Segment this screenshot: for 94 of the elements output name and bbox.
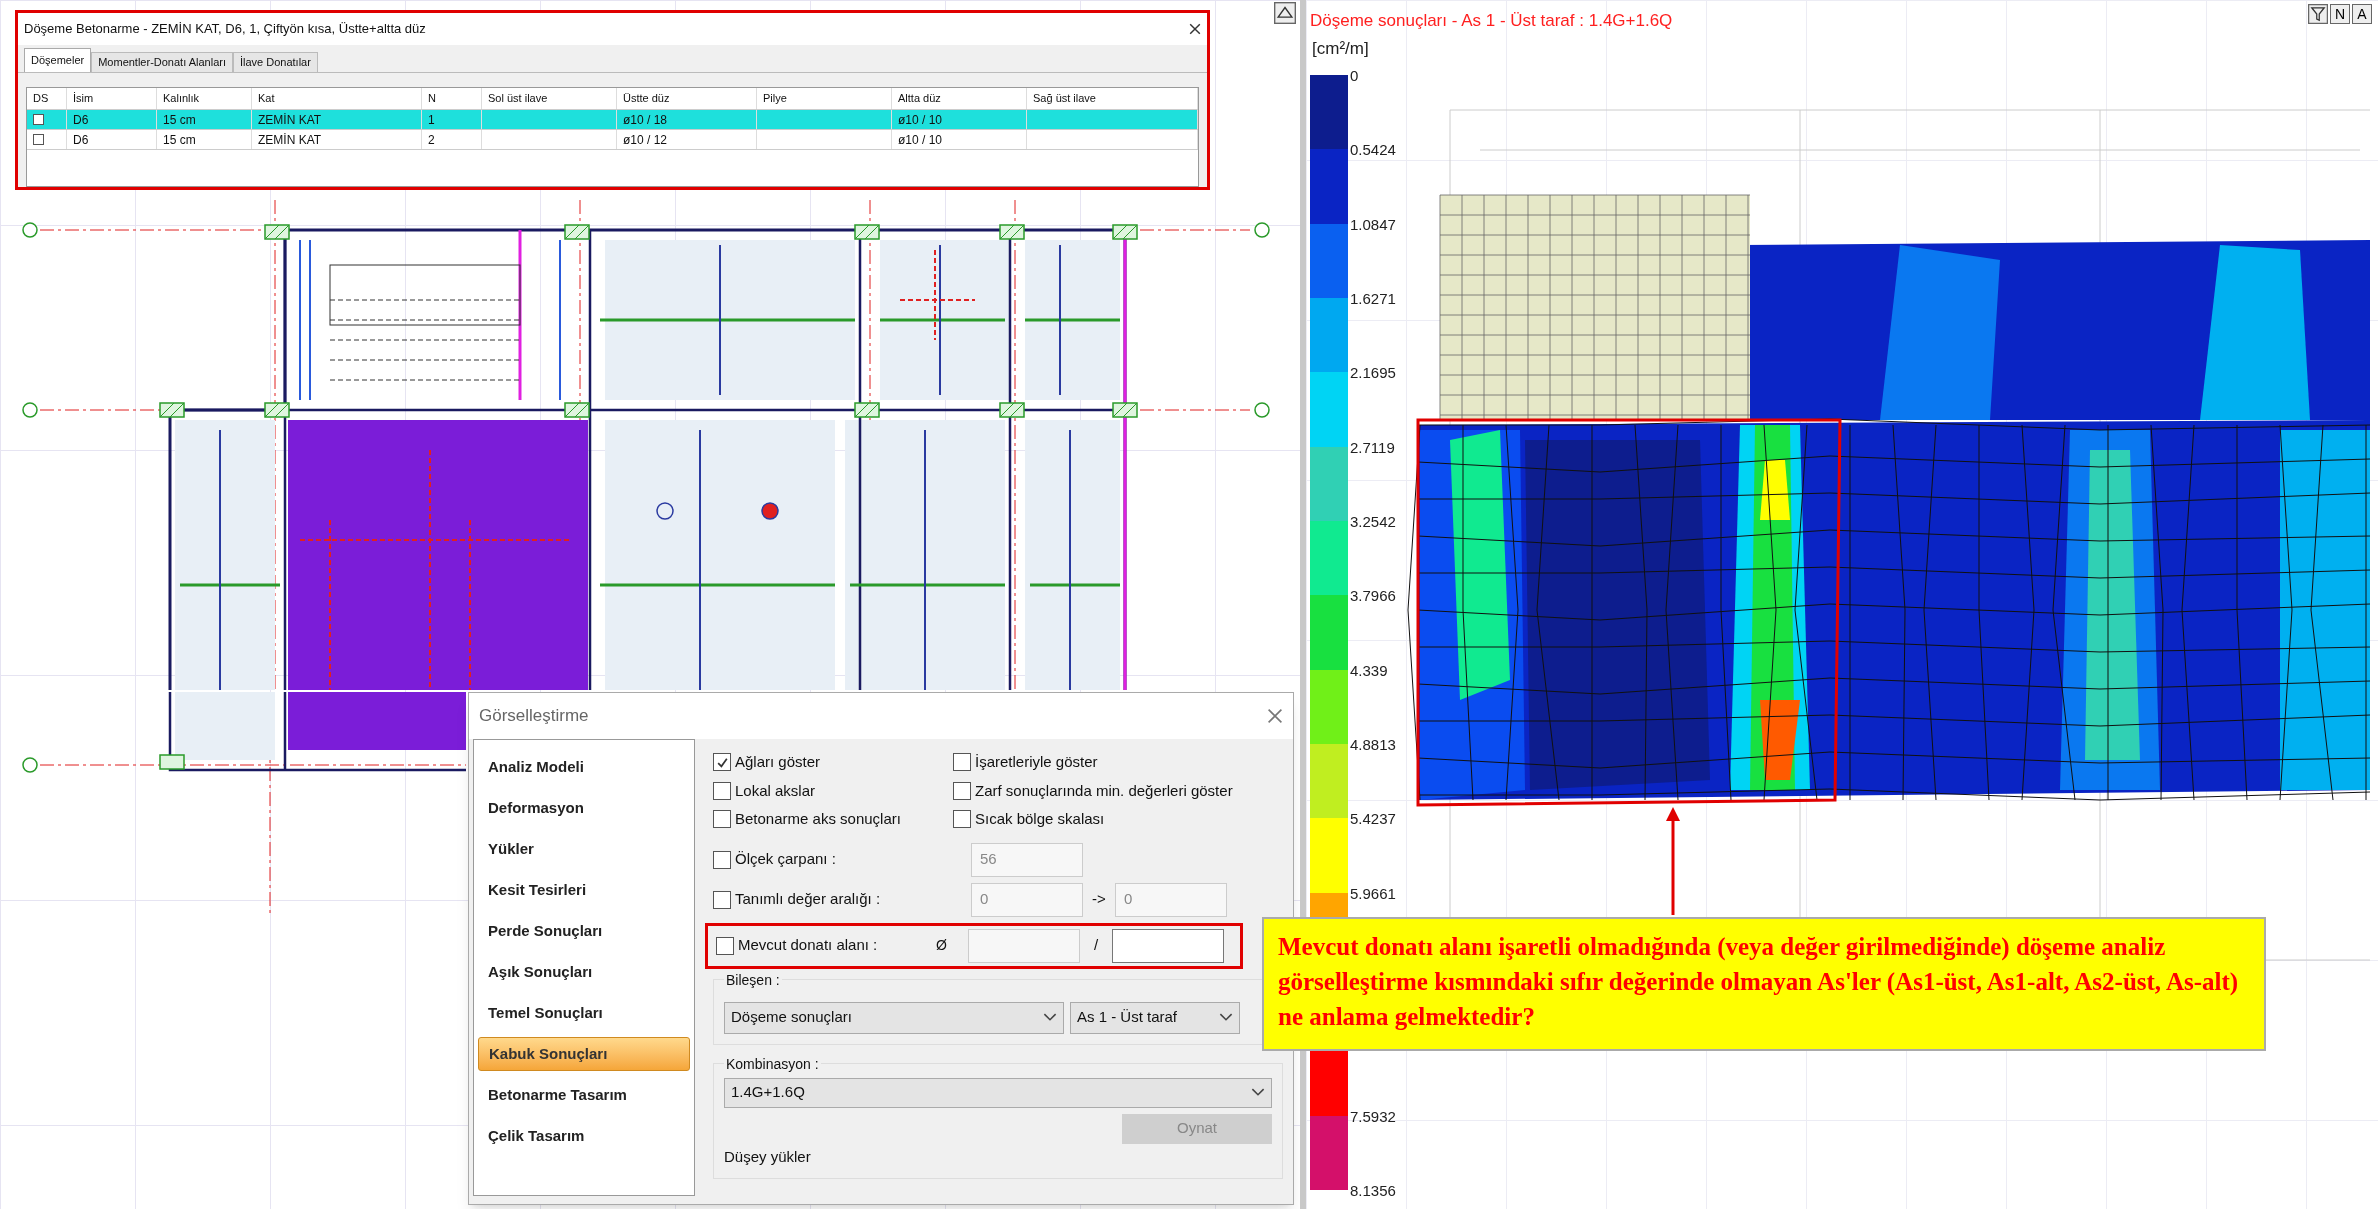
option-label: Tanımlı değer aralığı : bbox=[735, 889, 881, 910]
category-item[interactable]: Kabuk Sonuçları bbox=[478, 1037, 690, 1071]
checkbox[interactable] bbox=[953, 753, 971, 772]
dialog-title: Döşeme Betonarme - ZEMİN KAT, D6, 1, Çiftyön kısa, Üstte+altta düz bbox=[24, 20, 426, 39]
checkbox[interactable] bbox=[33, 134, 44, 145]
table-cell-text: ZEMİN KAT bbox=[258, 111, 322, 129]
column-header: Sağ üst ilave bbox=[1027, 88, 1198, 109]
table-cell-text: ZEMİN KAT bbox=[258, 131, 322, 149]
category-item[interactable]: Çelik Tasarım bbox=[478, 1119, 690, 1153]
dropdown[interactable]: As 1 - Üst taraf bbox=[1070, 1001, 1240, 1034]
table-cell-text: ø10 / 12 bbox=[623, 131, 668, 149]
option-label: Lokal akslar bbox=[735, 780, 816, 801]
option-label: Betonarme aks sonuçları bbox=[735, 809, 901, 829]
table-cell-text: 1 bbox=[428, 111, 435, 129]
checkbox[interactable] bbox=[713, 810, 731, 829]
legend-value: 3.2542 bbox=[1350, 511, 1396, 532]
caret-icon bbox=[1219, 1013, 1233, 1022]
option-label: Mevcut donatı alanı : bbox=[738, 935, 878, 956]
legend-value: 4.339 bbox=[1350, 660, 1388, 681]
dropdown[interactable]: Döşeme sonuçları bbox=[724, 1001, 1064, 1034]
column-header: Kalınlık bbox=[157, 88, 252, 109]
results-title: Döşeme sonuçları - As 1 - Üst taraf : 1.4G+1.6Q bbox=[1310, 10, 1673, 32]
category-item[interactable]: Analiz Modeli bbox=[478, 750, 690, 784]
tab[interactable]: Momentler-Donatı Alanları bbox=[91, 52, 233, 72]
checkbox[interactable] bbox=[953, 810, 971, 829]
category-item[interactable]: Aşık Sonuçları bbox=[478, 955, 690, 989]
table-row[interactable]: D6 15 cm ZEMİN KAT 2 ø10 / 12 ø10 / 10 bbox=[27, 130, 1198, 150]
legend-value: 2.1695 bbox=[1350, 363, 1396, 384]
range-arrow: -> bbox=[1091, 889, 1107, 910]
legend-value: 7.5932 bbox=[1350, 1106, 1396, 1127]
diameter-symbol: Ø bbox=[936, 936, 948, 955]
category-item[interactable]: Kesit Tesirleri bbox=[478, 873, 690, 907]
table-row[interactable]: D6 15 cm ZEMİN KAT 1 ø10 / 18 ø10 / 10 bbox=[27, 110, 1198, 130]
legend-value: 8.1356 bbox=[1350, 1180, 1396, 1201]
category-item[interactable]: Temel Sonuçları bbox=[478, 996, 690, 1030]
column-header: Kat bbox=[252, 88, 422, 109]
option-label: Ağları göster bbox=[735, 752, 821, 772]
legend-value: 5.9661 bbox=[1350, 883, 1396, 904]
table-cell-text: D6 bbox=[73, 111, 89, 129]
category-item[interactable]: Betonarme Tasarım bbox=[478, 1078, 690, 1112]
legend-value: 0.5424 bbox=[1350, 140, 1396, 161]
checkmark-icon bbox=[715, 755, 729, 769]
option-label: Zarf sonuçlarında min. değerleri göster bbox=[975, 780, 1233, 801]
tab[interactable]: İlave Donatılar bbox=[232, 52, 318, 72]
column-header: İsim bbox=[67, 88, 157, 109]
option-label: Ölçek çarpanı : bbox=[735, 849, 836, 870]
checkbox[interactable] bbox=[716, 936, 734, 955]
dialog-title: Görselleştirme bbox=[479, 705, 589, 728]
column-header: Altta düz bbox=[892, 88, 1027, 109]
option-label: İşaretleriyle göster bbox=[975, 752, 1098, 772]
column-header: Üstte düz bbox=[617, 88, 757, 109]
tab[interactable]: Döşemeler bbox=[24, 48, 92, 72]
column-header: Sol üst ilave bbox=[482, 88, 617, 109]
option-label: Sıcak bölge skalası bbox=[975, 809, 1105, 829]
legend-value: 2.7119 bbox=[1350, 437, 1395, 458]
input-field[interactable] bbox=[968, 928, 1080, 963]
table-cell-text: D6 bbox=[73, 131, 89, 149]
table-cell-text: ø10 / 10 bbox=[898, 111, 943, 129]
table-cell-text: 15 cm bbox=[163, 111, 196, 129]
caret-icon bbox=[1251, 1088, 1265, 1097]
checkbox[interactable] bbox=[953, 781, 971, 800]
separator: / bbox=[1092, 935, 1100, 956]
callout-note: Mevcut donatı alanı işaretli olmadığında (veya değer girilmediğinde) döşeme analiz görselleştirme kısmındaki sıfır değerinde olmayan As'ler (As1-üst, As1-alt, As2-üst, As-alt) ne anlama gelmektedir? bbox=[1262, 917, 2266, 1051]
checkbox[interactable] bbox=[713, 890, 731, 909]
legend-value: 3.7966 bbox=[1350, 586, 1396, 607]
view-button[interactable]: N bbox=[2330, 4, 2350, 24]
column-header: N bbox=[422, 88, 482, 109]
checkbox[interactable] bbox=[713, 781, 731, 800]
view-button[interactable]: A bbox=[2352, 4, 2372, 24]
checkbox[interactable] bbox=[713, 753, 731, 772]
table-cell-text: ø10 / 10 bbox=[898, 131, 943, 149]
column-header: DS bbox=[27, 88, 67, 109]
input-field[interactable] bbox=[1112, 928, 1224, 963]
table-cell-text: 15 cm bbox=[163, 131, 196, 149]
load-type-label: Düşey yükler bbox=[724, 1146, 812, 1167]
checkbox[interactable] bbox=[33, 114, 44, 125]
unit-label: [cm²/m] bbox=[1312, 38, 1369, 60]
legend-value: 1.0847 bbox=[1350, 214, 1396, 235]
legend-value: 4.8813 bbox=[1350, 734, 1396, 755]
table-cell-text: ø10 / 18 bbox=[623, 111, 668, 129]
filter-icon[interactable] bbox=[2308, 4, 2328, 24]
collapse-icon[interactable] bbox=[1274, 2, 1296, 24]
category-item[interactable]: Perde Sonuçları bbox=[478, 914, 690, 948]
column-header: Pilye bbox=[757, 88, 892, 109]
dropdown[interactable]: 1.4G+1.6Q bbox=[724, 1077, 1272, 1108]
category-item[interactable]: Yükler bbox=[478, 832, 690, 866]
legend-value: 0 bbox=[1350, 66, 1359, 86]
legend-value: 1.6271 bbox=[1350, 289, 1396, 309]
category-item[interactable]: Deformasyon bbox=[478, 791, 690, 825]
legend-value: 5.4237 bbox=[1350, 809, 1396, 830]
checkbox[interactable] bbox=[713, 850, 731, 869]
table-cell-text: 2 bbox=[428, 131, 435, 149]
caret-icon bbox=[1043, 1013, 1057, 1022]
close-icon[interactable] bbox=[1189, 23, 1201, 35]
